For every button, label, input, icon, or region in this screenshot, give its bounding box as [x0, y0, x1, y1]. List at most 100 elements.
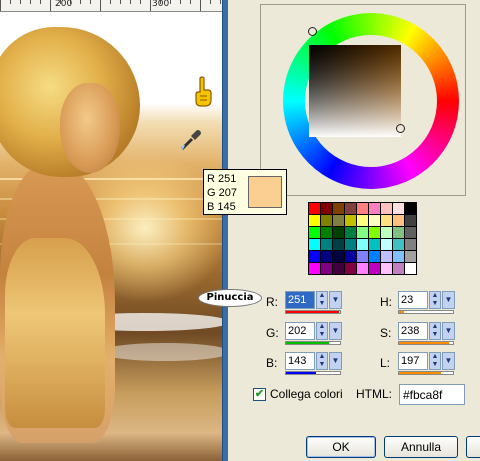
- l-input[interactable]: 197: [398, 352, 428, 370]
- palette-swatch[interactable]: [393, 263, 404, 274]
- sl-marker[interactable]: [396, 124, 405, 133]
- link-colors-label[interactable]: Collega colori: [270, 387, 343, 401]
- r-spinner[interactable]: 251 ▲ ▼ ▼: [285, 291, 345, 314]
- palette-swatch[interactable]: [345, 239, 356, 250]
- h-spinner[interactable]: 23 ▲ ▼ ▼: [398, 291, 458, 314]
- palette-swatch[interactable]: [405, 203, 416, 214]
- r-input[interactable]: 251: [285, 291, 315, 309]
- palette-swatch[interactable]: [357, 251, 368, 262]
- cancel-button[interactable]: Annulla: [384, 436, 458, 458]
- palette-swatch[interactable]: [321, 251, 332, 262]
- ruler-tick: [20, 0, 21, 4]
- palette-swatch[interactable]: [345, 227, 356, 238]
- s-spin-arrows-icon[interactable]: ▲ ▼: [429, 322, 441, 340]
- g-spin-arrows-icon[interactable]: ▲ ▼: [316, 322, 328, 340]
- photo-woman-on-beach[interactable]: [0, 13, 222, 461]
- b-dropdown-arrow-icon[interactable]: ▼: [329, 352, 342, 370]
- palette-swatch[interactable]: [381, 203, 392, 214]
- palette-swatch[interactable]: [357, 263, 368, 274]
- l-dropdown-arrow-icon[interactable]: ▼: [442, 352, 455, 370]
- palette-swatch[interactable]: [345, 263, 356, 274]
- palette-swatch[interactable]: [393, 251, 404, 262]
- palette-swatch[interactable]: [405, 263, 416, 274]
- palette-swatch[interactable]: [369, 227, 380, 238]
- palette-swatch[interactable]: [393, 203, 404, 214]
- h-dropdown-arrow-icon[interactable]: ▼: [442, 291, 455, 309]
- palette-swatch[interactable]: [333, 263, 344, 274]
- image-canvas[interactable]: 200 300: [0, 0, 222, 461]
- r-dropdown-arrow-icon[interactable]: ▼: [329, 291, 342, 309]
- palette-swatch[interactable]: [357, 215, 368, 226]
- h-input[interactable]: 23: [398, 291, 428, 309]
- palette-swatch[interactable]: [321, 263, 332, 274]
- palette-swatch[interactable]: [333, 215, 344, 226]
- s-spinner[interactable]: 238 ▲ ▼ ▼: [398, 322, 458, 345]
- ok-button[interactable]: OK: [306, 436, 376, 458]
- link-colors-checkbox[interactable]: ✔: [253, 388, 266, 401]
- palette-swatch[interactable]: [381, 227, 392, 238]
- palette-swatch[interactable]: [393, 215, 404, 226]
- palette-swatch[interactable]: [333, 251, 344, 262]
- palette-swatch[interactable]: [381, 215, 392, 226]
- palette-swatch[interactable]: [321, 239, 332, 250]
- s-input[interactable]: 238: [398, 322, 428, 340]
- palette-swatch[interactable]: [321, 203, 332, 214]
- h-spin-arrows-icon[interactable]: ▲ ▼: [429, 291, 441, 309]
- palette-swatch[interactable]: [333, 239, 344, 250]
- s-dropdown-arrow-icon[interactable]: ▼: [442, 322, 455, 340]
- palette-swatch[interactable]: [345, 251, 356, 262]
- h-label: H:: [380, 295, 392, 309]
- palette-swatch[interactable]: [309, 263, 320, 274]
- b-spin-arrows-icon[interactable]: ▲ ▼: [316, 352, 328, 370]
- palette-swatch[interactable]: [321, 227, 332, 238]
- palette-swatch[interactable]: [321, 215, 332, 226]
- palette-swatch[interactable]: [381, 239, 392, 250]
- ruler-tick: [190, 0, 191, 4]
- partial-button[interactable]: [466, 436, 480, 458]
- r-label: R:: [266, 295, 278, 309]
- g-spinner[interactable]: 202 ▲ ▼ ▼: [285, 322, 345, 345]
- palette-swatch[interactable]: [393, 239, 404, 250]
- palette-swatch[interactable]: [369, 203, 380, 214]
- palette-swatch[interactable]: [369, 251, 380, 262]
- h-level-bar: [398, 310, 454, 314]
- html-hex-input[interactable]: #fbca8f: [399, 384, 465, 405]
- g-input[interactable]: 202: [285, 322, 315, 340]
- b-input[interactable]: 143: [285, 352, 315, 370]
- palette-swatch[interactable]: [333, 227, 344, 238]
- ruler-label-200: 200: [55, 0, 73, 9]
- palette-swatch[interactable]: [357, 227, 368, 238]
- palette-swatch[interactable]: [309, 227, 320, 238]
- palette-swatch[interactable]: [405, 239, 416, 250]
- hue-marker[interactable]: [308, 27, 317, 36]
- palette-swatch[interactable]: [357, 239, 368, 250]
- palette-swatch[interactable]: [309, 215, 320, 226]
- palette-swatch[interactable]: [309, 203, 320, 214]
- palette-swatch[interactable]: [309, 239, 320, 250]
- palette-swatch[interactable]: [381, 263, 392, 274]
- b-spinner[interactable]: 143 ▲ ▼ ▼: [285, 352, 345, 375]
- r-spin-arrows-icon[interactable]: ▲ ▼: [316, 291, 328, 309]
- palette-swatch[interactable]: [333, 203, 344, 214]
- palette-swatch[interactable]: [393, 227, 404, 238]
- palette-swatch[interactable]: [369, 215, 380, 226]
- palette-swatch[interactable]: [405, 215, 416, 226]
- palette-swatch[interactable]: [345, 203, 356, 214]
- palette-swatch[interactable]: [309, 251, 320, 262]
- color-wheel-panel[interactable]: [260, 4, 466, 196]
- ruler-label-300: 300: [152, 0, 170, 9]
- palette-swatch[interactable]: [369, 239, 380, 250]
- l-spin-arrows-icon[interactable]: ▲ ▼: [429, 352, 441, 370]
- ruler-tick: [140, 0, 141, 4]
- palette-swatch[interactable]: [369, 263, 380, 274]
- saturation-lightness-square[interactable]: [309, 45, 401, 137]
- l-spinner[interactable]: 197 ▲ ▼ ▼: [398, 352, 458, 375]
- g-dropdown-arrow-icon[interactable]: ▼: [329, 322, 342, 340]
- basic-color-palette[interactable]: [308, 202, 417, 275]
- palette-swatch[interactable]: [405, 227, 416, 238]
- palette-swatch[interactable]: [357, 203, 368, 214]
- tooltip-r: R 251: [207, 173, 237, 185]
- palette-swatch[interactable]: [381, 251, 392, 262]
- palette-swatch[interactable]: [345, 215, 356, 226]
- palette-swatch[interactable]: [405, 251, 416, 262]
